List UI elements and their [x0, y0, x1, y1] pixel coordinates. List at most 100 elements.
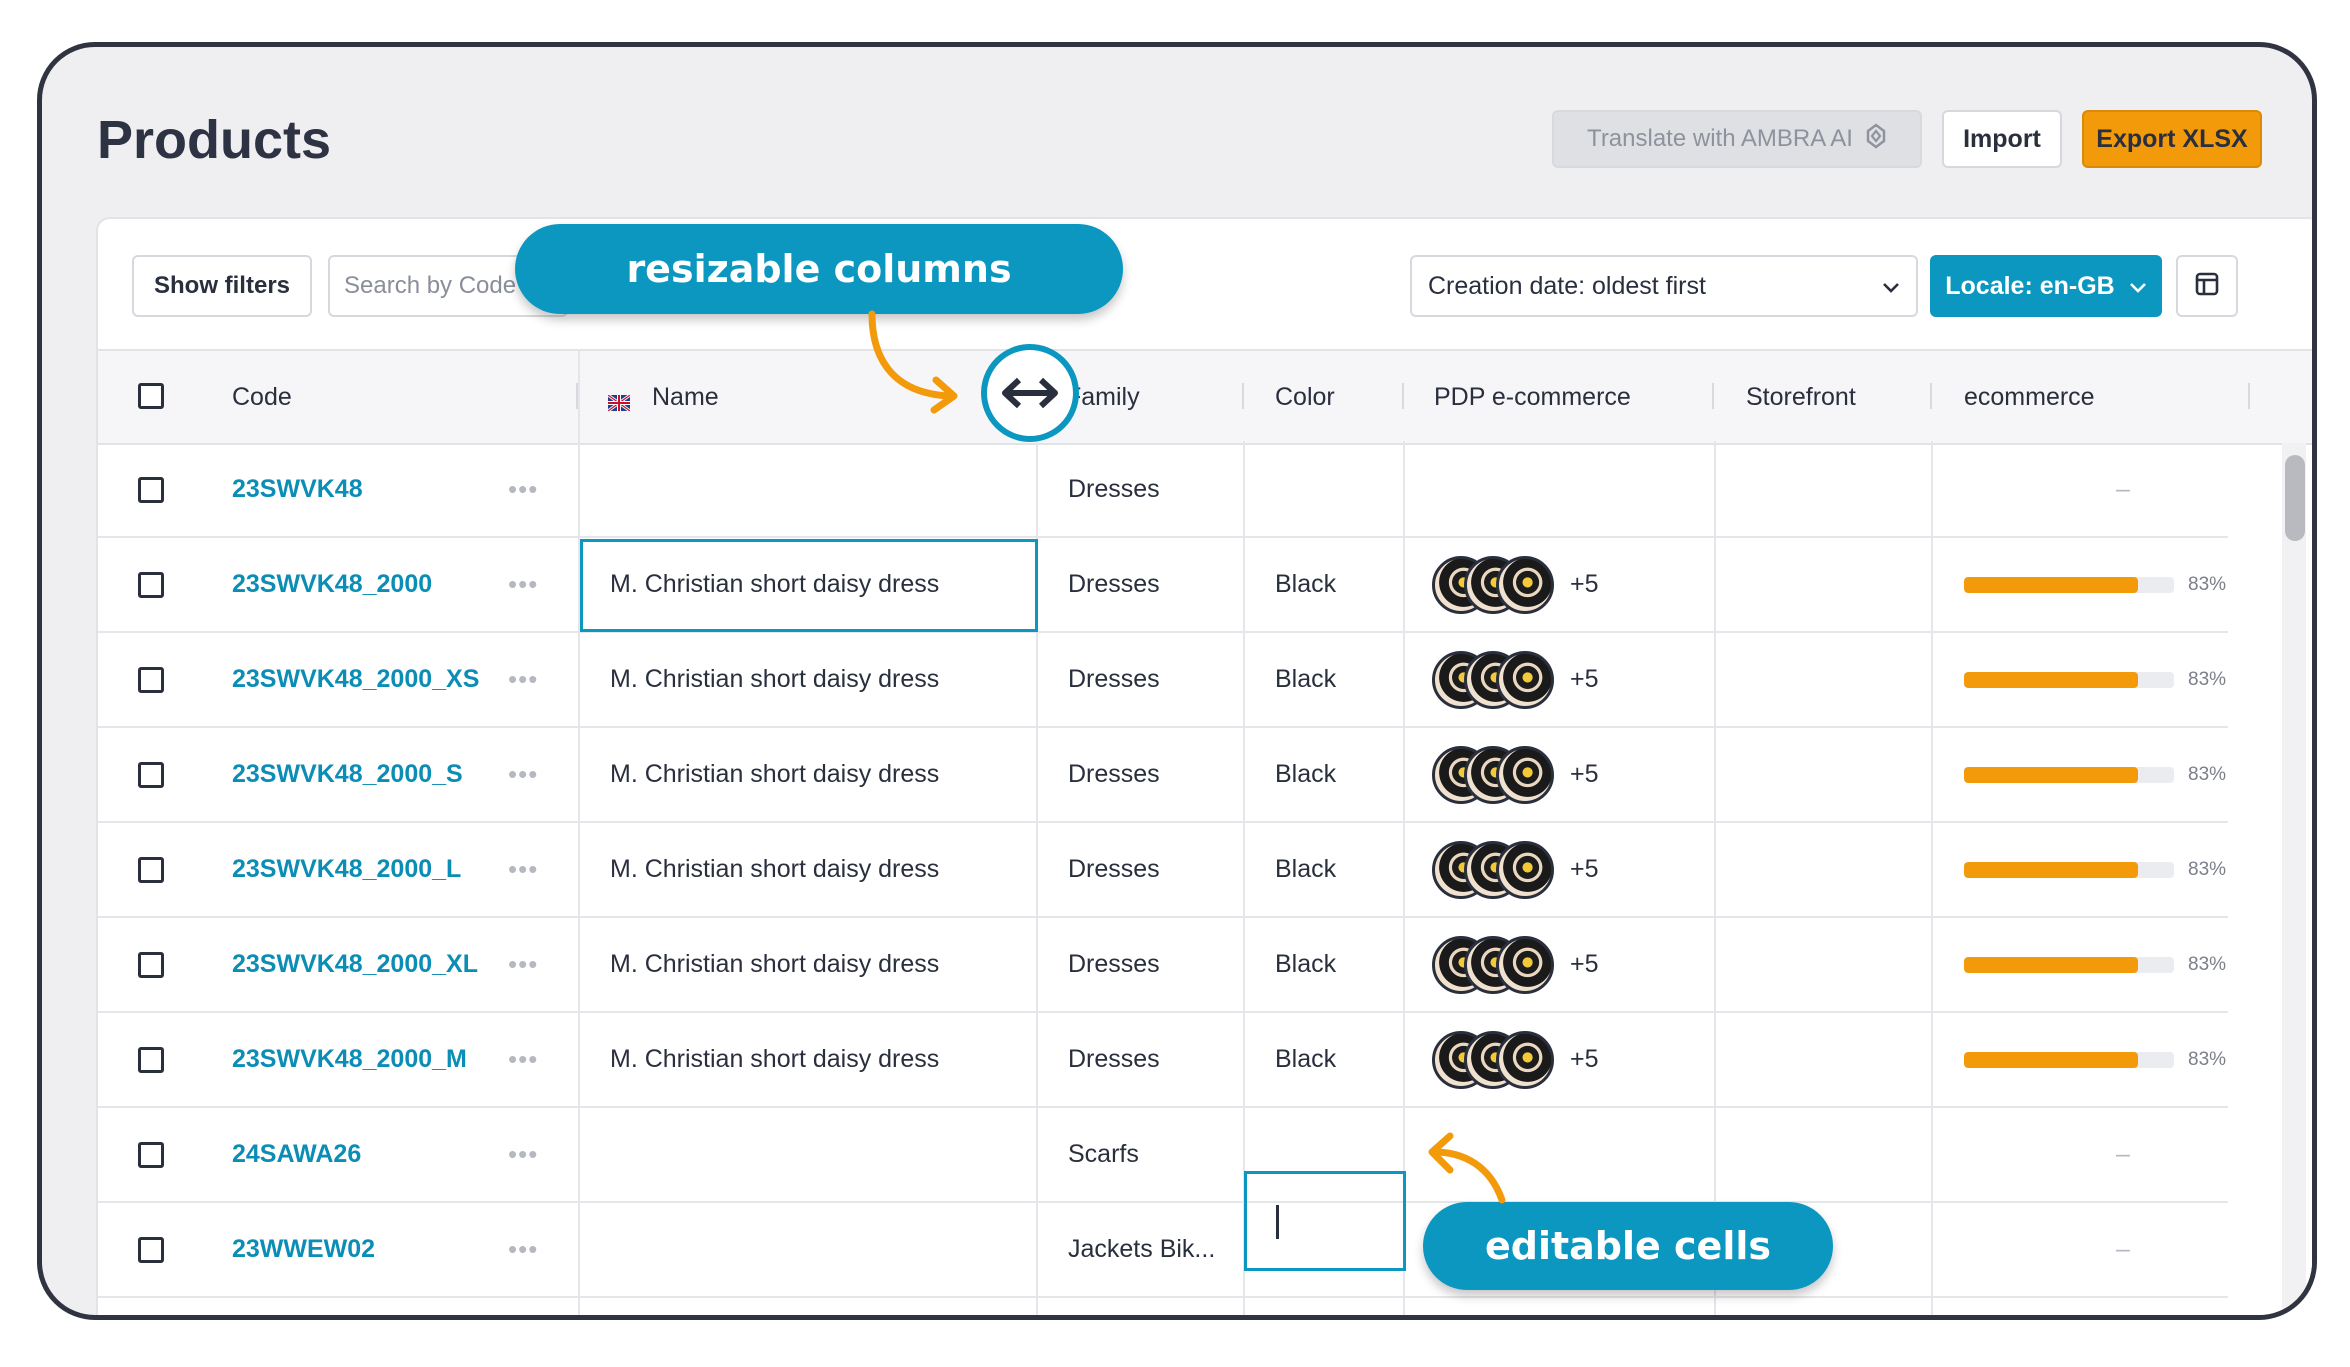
- cell-ecommerce-completeness: 83%: [1964, 823, 2226, 916]
- export-xlsx-button[interactable]: Export XLSX: [2082, 110, 2262, 168]
- cell-pdp-images[interactable]: +5: [1432, 633, 1599, 726]
- row-checkbox[interactable]: [138, 572, 164, 598]
- cell-pdp-images[interactable]: +5: [1432, 538, 1599, 631]
- more-images-count: +5: [1570, 760, 1599, 788]
- ai-sparkle-icon: [1865, 123, 1887, 156]
- cell-family[interactable]: Scarfs: [1068, 1108, 1139, 1201]
- cell-family[interactable]: Dresses: [1068, 918, 1160, 1011]
- vertical-scrollbar[interactable]: [2282, 443, 2306, 1315]
- cell-name[interactable]: M. Christian short daisy dress: [610, 918, 939, 1011]
- table-row[interactable]: 24SAWA26 ••• Scarfs –: [98, 1108, 2228, 1203]
- show-filters-button[interactable]: Show filters: [132, 255, 312, 317]
- progress-track: [1964, 576, 2174, 593]
- table-row[interactable]: 23SWVK48 ••• Dresses –: [98, 443, 2228, 538]
- table-row[interactable]: 23SWVK48_2000 ••• M. Christian short daisy…: [98, 538, 2228, 633]
- cell-pdp-images[interactable]: +5: [1432, 823, 1599, 916]
- row-menu-button[interactable]: •••: [508, 538, 538, 631]
- columns-settings-button[interactable]: [2176, 255, 2238, 317]
- row-checkbox[interactable]: [138, 667, 164, 693]
- cell-family[interactable]: Jackets Bik...: [1068, 1203, 1215, 1296]
- more-images-count: +5: [1570, 950, 1599, 978]
- cell-family[interactable]: Dresses: [1068, 633, 1160, 726]
- row-checkbox[interactable]: [138, 952, 164, 978]
- row-menu-button[interactable]: •••: [508, 443, 538, 536]
- row-menu-button[interactable]: •••: [508, 1203, 538, 1296]
- cell-name[interactable]: M. Christian short daisy dress: [610, 633, 939, 726]
- select-all-checkbox[interactable]: [138, 383, 164, 409]
- cell-color[interactable]: Black: [1275, 633, 1336, 726]
- column-resize-handle[interactable]: [1930, 383, 1932, 409]
- table-row[interactable]: 23SWVK48_2000_XL ••• M. Christian short da…: [98, 918, 2228, 1013]
- cell-pdp-images[interactable]: +5: [1432, 1013, 1599, 1106]
- row-checkbox[interactable]: [138, 857, 164, 883]
- progress-fill: [1964, 1051, 2139, 1068]
- row-checkbox[interactable]: [138, 1237, 164, 1263]
- cell-color[interactable]: Black: [1275, 538, 1336, 631]
- product-image-stack: [1432, 840, 1554, 899]
- cell-family[interactable]: Dresses: [1068, 538, 1160, 631]
- column-resize-handle[interactable]: [1712, 383, 1714, 409]
- column-header-color[interactable]: Color: [1275, 351, 1335, 443]
- row-menu-button[interactable]: •••: [508, 1108, 538, 1201]
- cell-color[interactable]: Black: [1275, 728, 1336, 821]
- more-images-count: +5: [1570, 665, 1599, 693]
- sort-select[interactable]: Creation date: oldest first: [1410, 255, 1918, 317]
- column-resize-handle[interactable]: [1242, 383, 1244, 409]
- page-title: Products: [97, 110, 332, 170]
- product-code-link[interactable]: 23SWVK48_2000: [232, 538, 432, 631]
- cell-color[interactable]: Black: [1275, 918, 1336, 1011]
- row-checkbox[interactable]: [138, 762, 164, 788]
- column-header-ecommerce[interactable]: ecommerce: [1964, 351, 2095, 443]
- product-code-link[interactable]: 24SAWA26: [232, 1108, 361, 1201]
- progress-track: [1964, 1051, 2174, 1068]
- translate-ai-button[interactable]: Translate with AMBRA AI: [1552, 110, 1922, 168]
- column-header-pdp-ecommerce[interactable]: PDP e-commerce: [1434, 351, 1631, 443]
- column-header-storefront[interactable]: Storefront: [1746, 351, 1856, 443]
- cell-family[interactable]: Dresses: [1068, 728, 1160, 821]
- editing-cell-color[interactable]: [1244, 1171, 1406, 1271]
- column-resize-handle[interactable]: [1402, 383, 1404, 409]
- cell-family[interactable]: Dresses: [1068, 823, 1160, 916]
- row-checkbox[interactable]: [138, 1047, 164, 1073]
- cell-family[interactable]: Dresses: [1068, 1013, 1160, 1106]
- product-code-link[interactable]: 23SWVK48_2000_XS: [232, 633, 479, 726]
- cell-pdp-images[interactable]: +5: [1432, 918, 1599, 1011]
- row-menu-button[interactable]: •••: [508, 728, 538, 821]
- row-checkbox[interactable]: [138, 477, 164, 503]
- cell-color[interactable]: Black: [1275, 823, 1336, 916]
- import-button[interactable]: Import: [1942, 110, 2062, 168]
- table-row[interactable]: 23SWVK48_2000_L ••• M. Christian short dai…: [98, 823, 2228, 918]
- column-header-code[interactable]: Code: [232, 351, 292, 443]
- row-menu-button[interactable]: •••: [508, 1013, 538, 1106]
- product-thumbnail: [1496, 555, 1554, 614]
- column-header-name[interactable]: Name: [607, 351, 719, 443]
- table-row[interactable]: 23SWVK48_2000_XS ••• M. Christian short da…: [98, 633, 2228, 728]
- column-resize-handle[interactable]: [2248, 383, 2250, 409]
- cell-family[interactable]: Dresses: [1068, 443, 1160, 536]
- cell-ecommerce-empty: –: [2116, 475, 2130, 503]
- locale-select[interactable]: Locale: en-GB: [1930, 255, 2162, 317]
- cell-name[interactable]: M. Christian short daisy dress: [610, 823, 939, 916]
- cell-name[interactable]: M. Christian short daisy dress: [610, 728, 939, 821]
- table-row[interactable]: 23SWVK48_2000_S ••• M. Christian short dai…: [98, 728, 2228, 823]
- progress-percent: 83%: [2188, 858, 2227, 880]
- cell-pdp-images[interactable]: +5: [1432, 728, 1599, 821]
- table-row[interactable]: 23WWEW02 ••• Jackets Bik... –: [98, 1203, 2228, 1298]
- active-cell-name[interactable]: [580, 539, 1038, 632]
- product-code-link[interactable]: 23SWVK48: [232, 443, 363, 536]
- table-row[interactable]: 23SWVK48_2000_M ••• M. Christian short dai…: [98, 1013, 2228, 1108]
- row-checkbox[interactable]: [138, 1142, 164, 1168]
- row-menu-button[interactable]: •••: [508, 918, 538, 1011]
- cell-color[interactable]: Black: [1275, 1013, 1336, 1106]
- product-thumbnail: [1496, 745, 1554, 804]
- product-code-link[interactable]: 23SWVK48_2000_L: [232, 823, 461, 916]
- product-code-link[interactable]: 23SWVK48_2000_S: [232, 728, 463, 821]
- product-code-link[interactable]: 23WWEW02: [232, 1203, 375, 1296]
- cell-name[interactable]: M. Christian short daisy dress: [610, 1013, 939, 1106]
- scrollbar-thumb[interactable]: [2285, 455, 2305, 541]
- product-code-link[interactable]: 23SWVK48_2000_M: [232, 1013, 467, 1106]
- row-menu-button[interactable]: •••: [508, 633, 538, 726]
- row-menu-button[interactable]: •••: [508, 823, 538, 916]
- completeness-progress: 83%: [1964, 574, 2226, 596]
- product-code-link[interactable]: 23SWVK48_2000_XL: [232, 918, 478, 1011]
